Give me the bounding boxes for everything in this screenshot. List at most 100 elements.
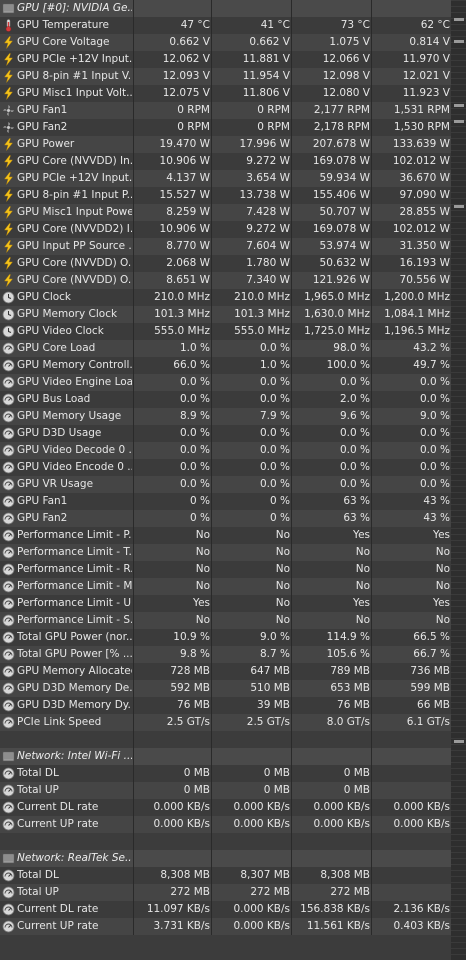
gauge-icon (2, 461, 15, 474)
sensor-value-current: No (195, 580, 210, 592)
sensor-row[interactable]: GPU Memory Usage 8.9 % 7.9 % 9.6 % 9.0 % (0, 408, 466, 425)
sensor-group-header[interactable]: Network: Intel Wi-Fi ... (0, 748, 466, 765)
sensor-value-maximum: 50.707 W (319, 206, 370, 218)
column-separator (371, 136, 372, 153)
sensor-row[interactable]: GPU Fan1 0 RPM 0 RPM 2,177 RPM 1,531 RPM (0, 102, 466, 119)
sensor-row[interactable]: Total GPU Power (nor... 10.9 % 9.0 % 114.9 … (0, 629, 466, 646)
sensor-row[interactable]: Current DL rate 11.097 KB/s 0.000 KB/s 156.… (0, 901, 466, 918)
sensor-group-header[interactable]: Network: RealTek Se... (0, 850, 466, 867)
sensor-row[interactable]: Performance Limit - P... No No Yes Yes (0, 527, 466, 544)
sensor-row[interactable]: GPU Misc1 Input Volt... 12.075 V 11.806 V 1… (0, 85, 466, 102)
sensor-label: GPU PCIe +12V Input... (17, 172, 132, 184)
sensor-row[interactable]: GPU Fan1 0 % 0 % 63 % 43 % (0, 493, 466, 510)
gauge-icon (2, 784, 15, 797)
sensor-row[interactable]: GPU Video Decode 0 ... 0.0 % 0.0 % 0.0 % 0.0… (0, 442, 466, 459)
column-separator (371, 680, 372, 697)
sensor-value-current: 0 RPM (177, 121, 210, 133)
sensor-row[interactable]: GPU Clock 210.0 MHz 210.0 MHz 1,965.0 MHz 1,… (0, 289, 466, 306)
sensor-value-current: 0.000 KB/s (153, 801, 211, 813)
sensor-value-average: 1,530 RPM (393, 121, 450, 133)
sensor-row[interactable]: GPU Core Load 1.0 % 0.0 % 98.0 % 43.2 % (0, 340, 466, 357)
sensor-row[interactable]: Current DL rate 0.000 KB/s 0.000 KB/s 0.000… (0, 799, 466, 816)
sensor-row[interactable]: GPU 8-pin #1 Input V... 12.093 V 11.954 V 1… (0, 68, 466, 85)
sensor-row[interactable]: GPU Bus Load 0.0 % 0.0 % 2.0 % 0.0 % (0, 391, 466, 408)
sensor-label: PCIe Link Speed (17, 716, 102, 728)
sensor-value-maximum: 789 MB (330, 665, 370, 677)
sensor-value-maximum: Yes (353, 529, 370, 541)
sensor-row[interactable]: GPU 8-pin #1 Input P... 15.527 W 13.738 W 1… (0, 187, 466, 204)
sensor-value-minimum: 1.780 W (246, 257, 290, 269)
sensor-row[interactable]: GPU Memory Clock 101.3 MHz 101.3 MHz 1,630.… (0, 306, 466, 323)
sensor-row[interactable]: Performance Limit - M... No No No No (0, 578, 466, 595)
sensor-value-average: 0.814 V (409, 36, 450, 48)
side-scroll-strip[interactable] (451, 0, 466, 960)
sensor-row[interactable]: GPU D3D Memory De... 592 MB 510 MB 653 MB 59… (0, 680, 466, 697)
sensor-row[interactable]: GPU Memory Controll... 66.0 % 1.0 % 100.0 %… (0, 357, 466, 374)
column-separator (133, 748, 134, 765)
sensor-row[interactable]: Current UP rate 3.731 KB/s 0.000 KB/s 11.56… (0, 918, 466, 935)
column-separator (133, 119, 134, 136)
sensor-value-current: 19.470 W (159, 138, 210, 150)
sensor-value-minimum: 0 % (270, 495, 290, 507)
sensor-group-header[interactable]: GPU [#0]: NVIDIA Ge... (0, 0, 466, 17)
sensor-row[interactable]: GPU Misc1 Input Power 8.259 W 7.428 W 50.70… (0, 204, 466, 221)
sensor-row[interactable]: GPU Fan2 0 % 0 % 63 % 43 % (0, 510, 466, 527)
column-separator (371, 408, 372, 425)
sensor-value-minimum: 0 % (270, 512, 290, 524)
column-separator (133, 459, 134, 476)
sensor-value-average: 133.639 W (392, 138, 450, 150)
sensor-row[interactable]: Total DL 0 MB 0 MB 0 MB (0, 765, 466, 782)
column-separator (211, 153, 212, 170)
sensor-row[interactable]: GPU Core (NVVDD2) I... 10.906 W 9.272 W 169… (0, 221, 466, 238)
sensor-value-average: 599 MB (410, 682, 450, 694)
sensor-row[interactable]: Current UP rate 0.000 KB/s 0.000 KB/s 0.000… (0, 816, 466, 833)
sensor-row[interactable]: GPU Core (NVVDD) O... 2.068 W 1.780 W 50.63… (0, 255, 466, 272)
sensor-row[interactable]: GPU Core Voltage 0.662 V 0.662 V 1.075 V 0.8… (0, 34, 466, 51)
sensor-row[interactable]: Total GPU Power [% ... 9.8 % 8.7 % 105.6 % 6… (0, 646, 466, 663)
column-separator (291, 867, 292, 884)
sensor-row[interactable]: GPU Power 19.470 W 17.996 W 207.678 W 133.63… (0, 136, 466, 153)
sensor-row[interactable]: GPU Video Engine Load 0.0 % 0.0 % 0.0 % 0.0 … (0, 374, 466, 391)
column-separator (133, 408, 134, 425)
sensor-value-average: 1,200.0 MHz (384, 291, 450, 303)
sensor-row[interactable]: GPU D3D Usage 0.0 % 0.0 % 0.0 % 0.0 % (0, 425, 466, 442)
column-separator (291, 646, 292, 663)
sensor-row[interactable]: GPU D3D Memory Dy... 76 MB 39 MB 76 MB 66 MB (0, 697, 466, 714)
sensor-row[interactable]: PCIe Link Speed 2.5 GT/s 2.5 GT/s 8.0 GT/s 6… (0, 714, 466, 731)
sensor-row[interactable]: GPU Input PP Source ... 8.770 W 7.604 W 53.… (0, 238, 466, 255)
sensor-value-average: 43 % (423, 512, 450, 524)
sensor-row[interactable]: GPU PCIe +12V Input... 12.062 V 11.881 V 12… (0, 51, 466, 68)
sensor-value-current: 15.527 W (159, 189, 210, 201)
sensor-row[interactable]: GPU Memory Allocated 728 MB 647 MB 789 MB 73… (0, 663, 466, 680)
column-separator (291, 816, 292, 833)
sensor-row[interactable]: GPU Temperature 47 °C 41 °C 73 °C 62 °C (0, 17, 466, 34)
sensor-row[interactable]: GPU Core (NVVDD) In... 10.906 W 9.272 W 169… (0, 153, 466, 170)
column-separator (371, 357, 372, 374)
column-separator (133, 170, 134, 187)
sensor-row[interactable]: GPU VR Usage 0.0 % 0.0 % 0.0 % 0.0 % (0, 476, 466, 493)
sensor-row[interactable]: Performance Limit - U... Yes No Yes Yes (0, 595, 466, 612)
sensor-row[interactable]: Performance Limit - T... No No No No (0, 544, 466, 561)
sensor-table: GPU [#0]: NVIDIA Ge... GPU Temperature 47 … (0, 0, 466, 935)
sensor-value-maximum: 1,965.0 MHz (304, 291, 370, 303)
hwinfo-sensor-window: GPU [#0]: NVIDIA Ge... GPU Temperature 47 … (0, 0, 466, 960)
sensor-value-minimum: 0.0 % (259, 376, 290, 388)
sensor-row[interactable]: Performance Limit - S... No No No No (0, 612, 466, 629)
sensor-row[interactable]: GPU Fan2 0 RPM 0 RPM 2,178 RPM 1,530 RPM (0, 119, 466, 136)
column-separator (371, 476, 372, 493)
sensor-row[interactable]: GPU PCIe +12V Input... 4.137 W 3.654 W 59.9… (0, 170, 466, 187)
sensor-row[interactable]: GPU Video Encode 0 ... 0.0 % 0.0 % 0.0 % 0.0… (0, 459, 466, 476)
sensor-row[interactable]: Performance Limit - R... No No No No (0, 561, 466, 578)
sensor-row[interactable]: GPU Core (NVVDD) O... 8.651 W 7.340 W 121.9… (0, 272, 466, 289)
sensor-value-minimum: No (275, 580, 290, 592)
sensor-row[interactable]: Total DL 8,308 MB 8,307 MB 8,308 MB (0, 867, 466, 884)
gauge-icon (2, 614, 15, 627)
sensor-value-average: 0.0 % (419, 393, 450, 405)
sensor-row[interactable]: Total UP 0 MB 0 MB 0 MB (0, 782, 466, 799)
sensor-label: GPU Misc1 Input Power (17, 206, 132, 218)
sensor-row[interactable]: GPU Video Clock 555.0 MHz 555.0 MHz 1,725.0… (0, 323, 466, 340)
sensor-label: Current UP rate (17, 818, 99, 830)
sensor-row[interactable]: Total UP 272 MB 272 MB 272 MB (0, 884, 466, 901)
column-separator (291, 629, 292, 646)
sensor-value-average: 0.0 % (419, 427, 450, 439)
